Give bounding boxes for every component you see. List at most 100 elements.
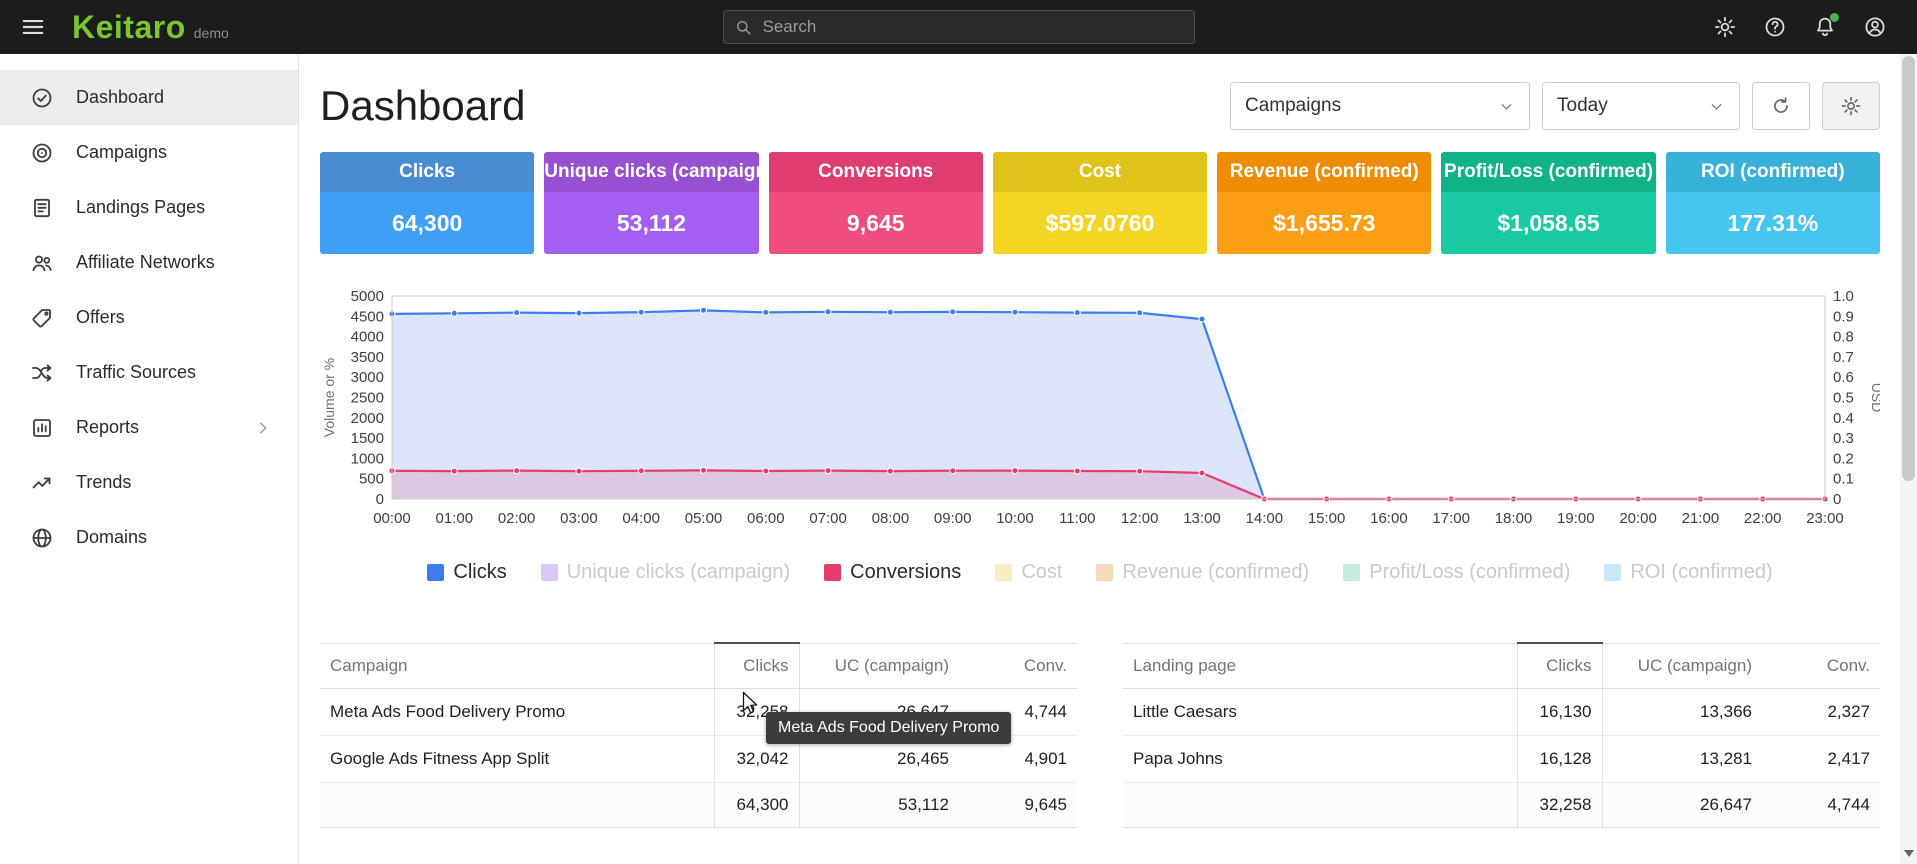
svg-text:16:00: 16:00 xyxy=(1370,510,1408,527)
sidebar-item-dashboard[interactable]: Dashboard xyxy=(0,70,298,125)
svg-text:17:00: 17:00 xyxy=(1432,510,1470,527)
column-header-uc-campaign[interactable]: UC (campaign) xyxy=(799,643,959,689)
legend-swatch xyxy=(1343,564,1360,581)
metric-card-revenue-confirmed[interactable]: Revenue (confirmed)$1,655.73 xyxy=(1217,152,1431,254)
svg-text:23:00: 23:00 xyxy=(1806,510,1844,527)
scrollbar-thumb[interactable] xyxy=(1902,56,1915,481)
svg-text:4500: 4500 xyxy=(351,308,384,325)
svg-text:0: 0 xyxy=(1833,491,1841,508)
metrics-row: Clicks64,300Unique clicks (campaign)53,1… xyxy=(320,152,1880,254)
legend-label: Unique clicks (campaign) xyxy=(567,561,790,584)
svg-text:1.0: 1.0 xyxy=(1833,288,1854,305)
legend-label: Clicks xyxy=(453,561,506,584)
metric-card-roi-confirmed[interactable]: ROI (confirmed)177.31% xyxy=(1666,152,1880,254)
column-header-conv[interactable]: Conv. xyxy=(959,643,1077,689)
cell-name[interactable]: Meta Ads Food Delivery Promo xyxy=(320,689,714,736)
metric-label: Unique clicks (campaign) xyxy=(544,152,758,192)
metric-label: Cost xyxy=(993,152,1207,192)
date-range-select-value: Today xyxy=(1557,95,1608,117)
cell-name[interactable]: Papa Johns xyxy=(1123,736,1517,783)
help-icon[interactable] xyxy=(1763,15,1787,39)
sidebar-item-domains[interactable]: Domains xyxy=(0,510,298,565)
refresh-icon xyxy=(1770,95,1792,117)
legend-swatch xyxy=(1604,564,1621,581)
svg-text:11:00: 11:00 xyxy=(1059,510,1095,527)
grouping-select[interactable]: Campaigns xyxy=(1230,82,1530,130)
search-icon xyxy=(734,18,753,37)
metric-card-conversions[interactable]: Conversions9,645 xyxy=(769,152,983,254)
legend-item-cost[interactable]: Cost xyxy=(995,561,1062,584)
scroll-down-button[interactable] xyxy=(1900,846,1917,860)
column-header-campaign[interactable]: Campaign xyxy=(320,643,714,689)
sidebar-item-landings-pages[interactable]: Landings Pages xyxy=(0,180,298,235)
app-logo[interactable]: Keitaro demo xyxy=(72,9,229,46)
sidebar-item-traffic-sources[interactable]: Traffic Sources xyxy=(0,345,298,400)
dashboard-settings-button[interactable] xyxy=(1822,82,1880,130)
svg-text:06:00: 06:00 xyxy=(747,510,785,527)
legend-item-roi-confirmed[interactable]: ROI (confirmed) xyxy=(1604,561,1772,584)
metric-card-unique-clicks-campaign[interactable]: Unique clicks (campaign)53,112 xyxy=(544,152,758,254)
sidebar-item-campaigns[interactable]: Campaigns xyxy=(0,125,298,180)
page-title: Dashboard xyxy=(320,82,525,130)
metric-label: Conversions xyxy=(769,152,983,192)
svg-text:0.1: 0.1 xyxy=(1833,471,1854,488)
metric-card-profit-loss-confirmed[interactable]: Profit/Loss (confirmed)$1,058.65 xyxy=(1441,152,1655,254)
sidebar-item-reports[interactable]: Reports xyxy=(0,400,298,455)
column-header-conv[interactable]: Conv. xyxy=(1762,643,1880,689)
column-header-landing-page[interactable]: Landing page xyxy=(1123,643,1517,689)
svg-text:04:00: 04:00 xyxy=(622,510,660,527)
svg-text:0.8: 0.8 xyxy=(1833,329,1854,346)
svg-text:10:00: 10:00 xyxy=(996,510,1034,527)
date-range-select[interactable]: Today xyxy=(1542,82,1740,130)
metric-card-clicks[interactable]: Clicks64,300 xyxy=(320,152,534,254)
totals-row: 64,30053,1129,645 xyxy=(320,783,1077,828)
cell-value: 13,281 xyxy=(1602,736,1762,783)
affiliate-networks-icon xyxy=(30,251,54,275)
legend-item-profit-loss-confirmed[interactable]: Profit/Loss (confirmed) xyxy=(1343,561,1570,584)
landing-pages-report: Landing pageClicksUC (campaign)Conv.Litt… xyxy=(1123,642,1880,828)
sidebar-item-offers[interactable]: Offers xyxy=(0,290,298,345)
cell-name[interactable]: Little Caesars xyxy=(1123,689,1517,736)
cell-name[interactable]: Google Ads Fitness App Split xyxy=(320,736,714,783)
legend-item-unique-clicks-campaign[interactable]: Unique clicks (campaign) xyxy=(541,561,790,584)
legend-item-conversions[interactable]: Conversions xyxy=(824,561,961,584)
settings-icon[interactable] xyxy=(1713,15,1737,39)
column-header-clicks[interactable]: Clicks xyxy=(714,643,799,689)
svg-text:22:00: 22:00 xyxy=(1744,510,1782,527)
svg-text:18:00: 18:00 xyxy=(1495,510,1533,527)
svg-text:2000: 2000 xyxy=(351,410,384,427)
dashboard-icon xyxy=(30,86,54,110)
global-search[interactable] xyxy=(723,10,1195,44)
svg-text:0.3: 0.3 xyxy=(1833,430,1854,447)
totals-row: 32,25826,6474,744 xyxy=(1123,783,1880,828)
svg-text:19:00: 19:00 xyxy=(1557,510,1595,527)
notifications-button[interactable] xyxy=(1813,15,1837,39)
sidebar-item-affiliate-networks[interactable]: Affiliate Networks xyxy=(0,235,298,290)
search-input[interactable] xyxy=(761,16,1184,38)
reports-icon xyxy=(30,416,54,440)
account-icon[interactable] xyxy=(1863,15,1887,39)
table-row[interactable]: Papa Johns16,12813,2812,417 xyxy=(1123,736,1880,783)
sidebar-item-label: Offers xyxy=(76,307,125,328)
sidebar-item-trends[interactable]: Trends xyxy=(0,455,298,510)
campaigns-icon xyxy=(30,141,54,165)
refresh-button[interactable] xyxy=(1752,82,1810,130)
svg-text:3000: 3000 xyxy=(351,369,384,386)
gear-icon xyxy=(1840,95,1862,117)
table-row[interactable]: Little Caesars16,13013,3662,327 xyxy=(1123,689,1880,736)
logo-badge: demo xyxy=(194,25,229,41)
svg-text:09:00: 09:00 xyxy=(934,510,972,527)
scrollbar[interactable] xyxy=(1900,54,1917,864)
column-header-uc-campaign[interactable]: UC (campaign) xyxy=(1602,643,1762,689)
menu-icon[interactable] xyxy=(20,14,46,40)
sidebar-item-label: Dashboard xyxy=(76,87,164,108)
metric-value: 64,300 xyxy=(320,192,534,254)
legend-item-revenue-confirmed[interactable]: Revenue (confirmed) xyxy=(1096,561,1309,584)
legend-item-clicks[interactable]: Clicks xyxy=(427,561,506,584)
column-header-clicks[interactable]: Clicks xyxy=(1517,643,1602,689)
legend-swatch xyxy=(427,564,444,581)
metric-card-cost[interactable]: Cost$597.0760 xyxy=(993,152,1207,254)
svg-text:USD: USD xyxy=(1869,383,1880,413)
chevron-right-icon xyxy=(254,419,272,437)
metric-label: ROI (confirmed) xyxy=(1666,152,1880,192)
